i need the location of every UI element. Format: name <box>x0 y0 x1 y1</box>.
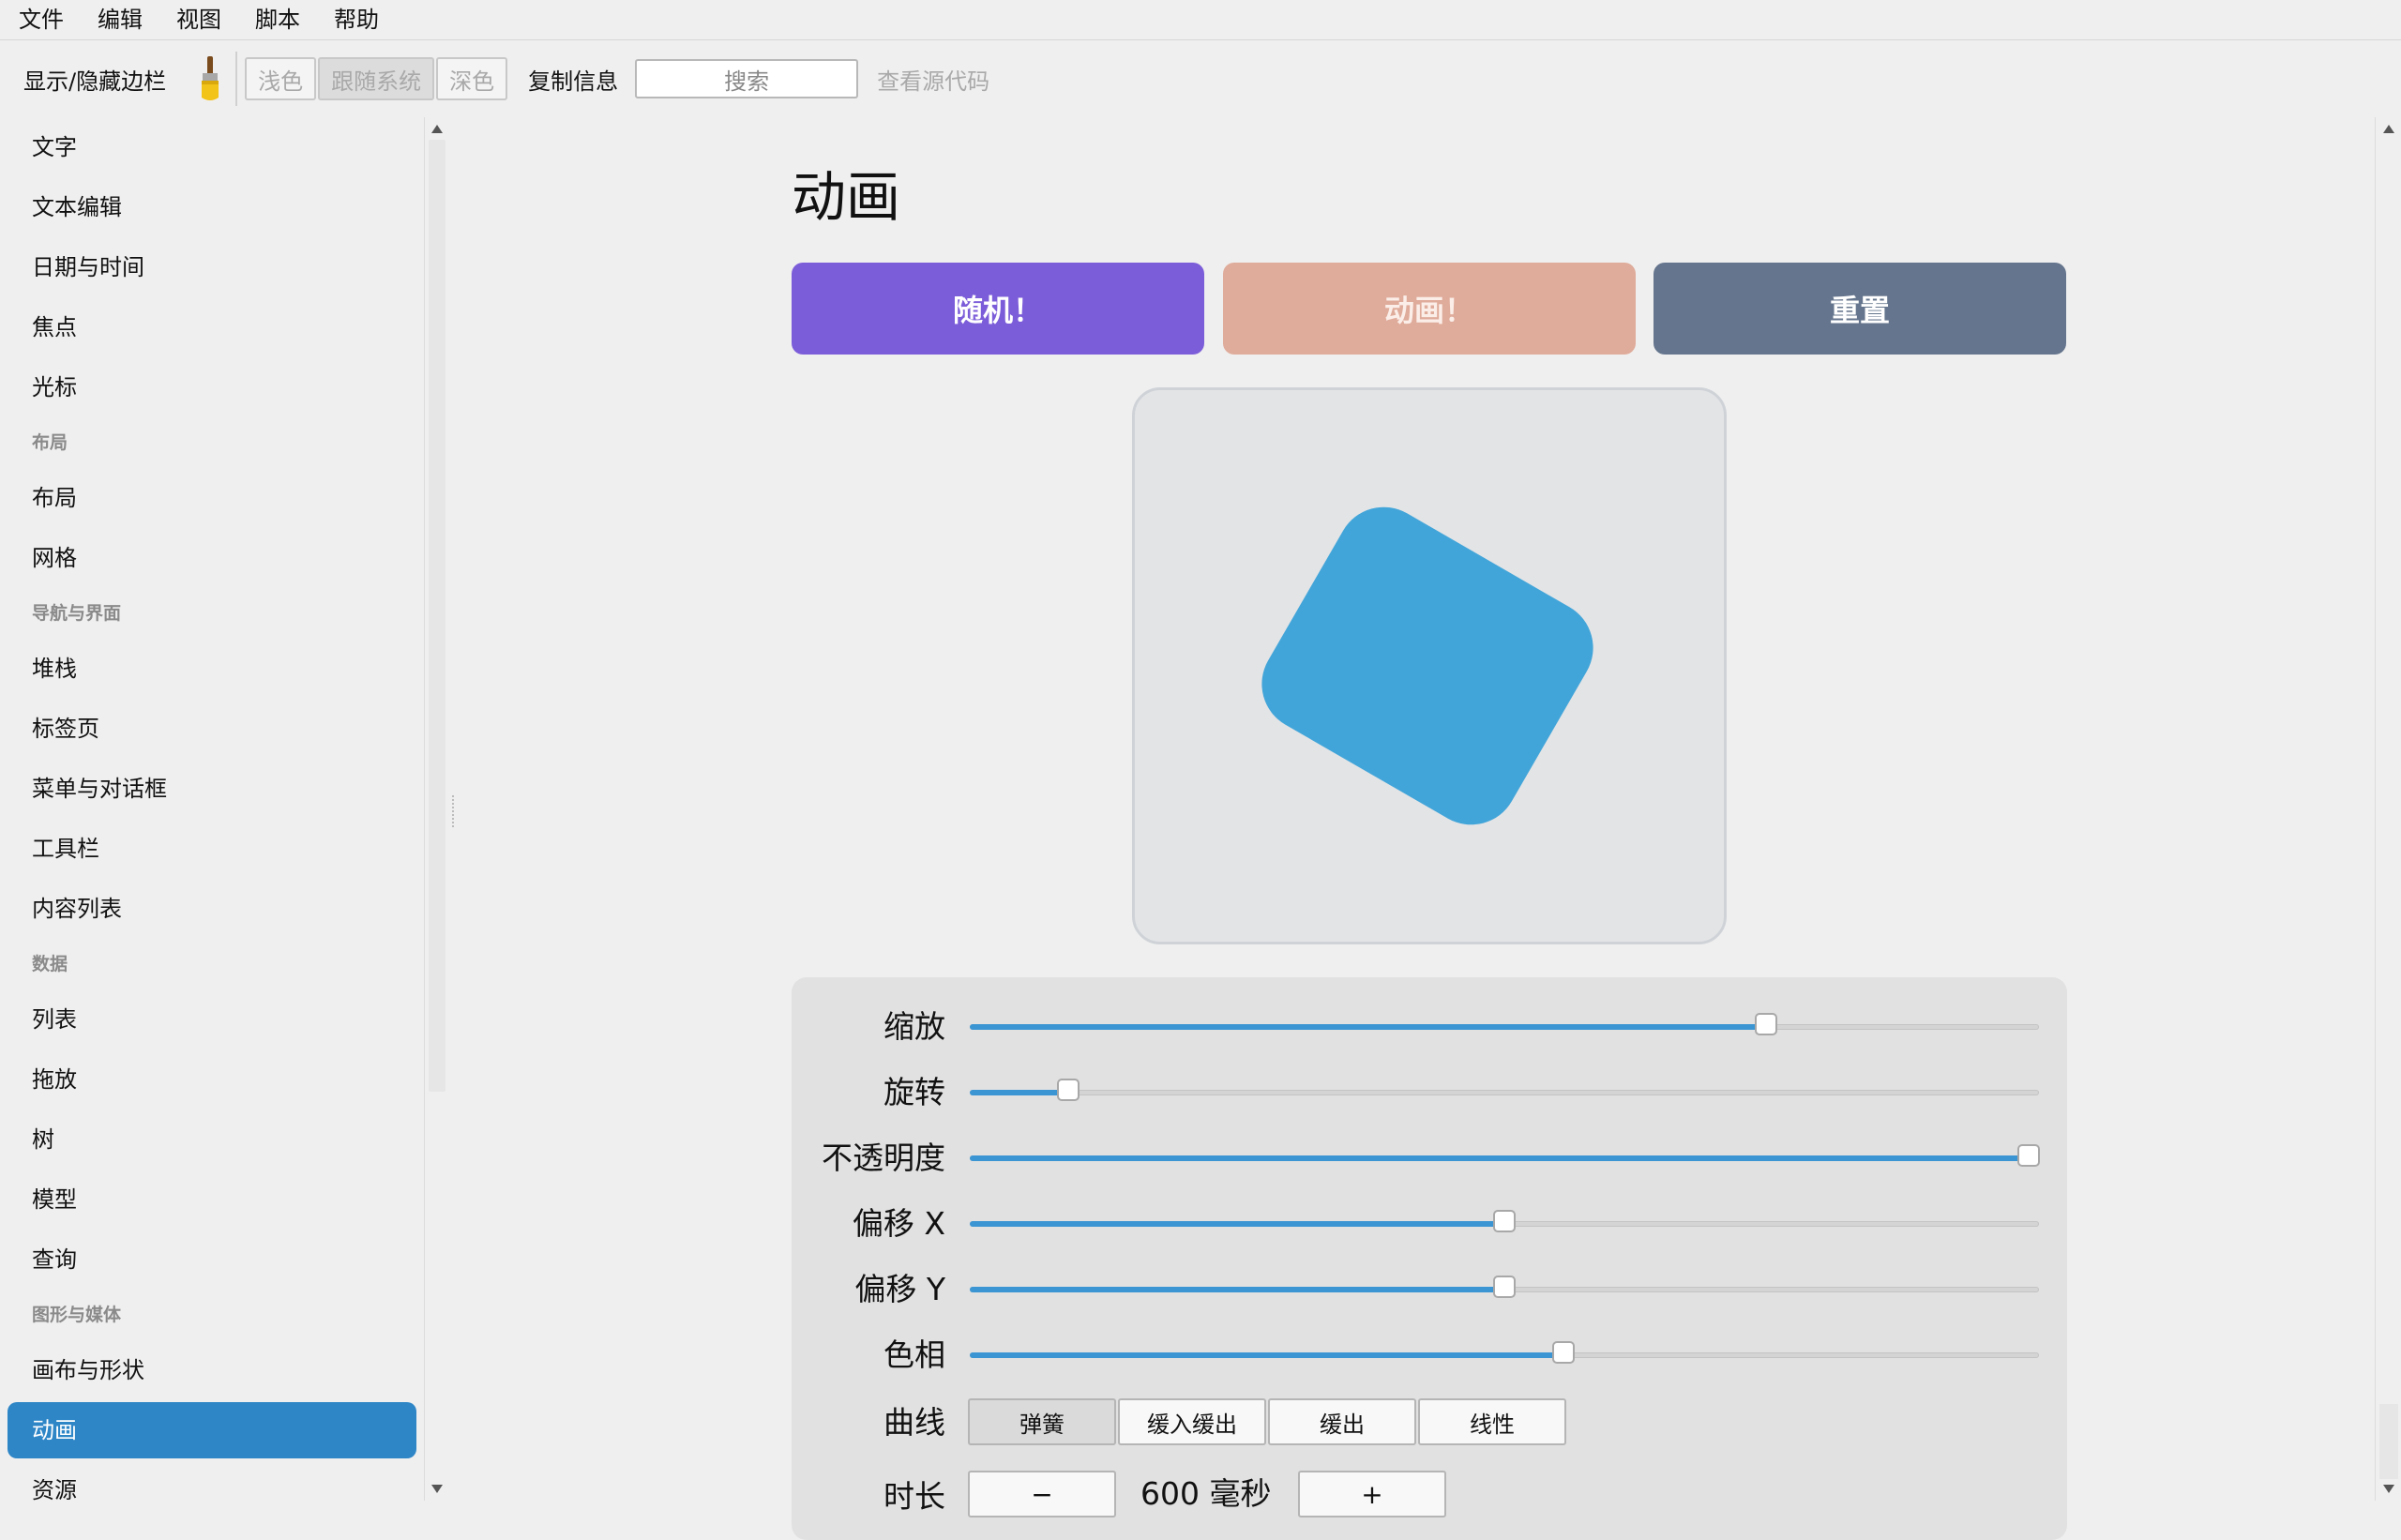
hue-slider-fill <box>970 1352 1563 1358</box>
page-title: 动画 <box>792 165 901 229</box>
hue-slider-handle[interactable] <box>1551 1341 1575 1364</box>
search-input[interactable]: 搜索 <box>635 59 859 98</box>
curve-ease-in-out-button[interactable]: 缓入缓出 <box>1118 1398 1266 1445</box>
sidebar-scroll-thumb[interactable] <box>429 140 445 1092</box>
offset-y-slider-handle[interactable] <box>1493 1276 1516 1298</box>
curve-control: 曲线 弹簧 缓入缓出 缓出 线性 <box>792 1395 2067 1451</box>
sidebar-section-header: 数据 <box>32 954 68 974</box>
scale-slider-handle[interactable] <box>1755 1013 1778 1035</box>
view-source-button[interactable]: 查看源代码 <box>877 63 989 96</box>
rotate-control: 旋转 <box>792 1064 2067 1121</box>
offset-x-slider[interactable] <box>970 1210 2039 1232</box>
theme-dark-button[interactable]: 深色 <box>436 57 508 100</box>
curve-spring-button[interactable]: 弹簧 <box>968 1398 1116 1445</box>
theme-switcher: 浅色 跟随系统 深色 <box>245 57 509 100</box>
sidebar-item[interactable]: 堆栈 <box>0 639 424 699</box>
curve-linear-button[interactable]: 线性 <box>1418 1398 1566 1445</box>
scale-label: 缩放 <box>883 1008 945 1045</box>
rotate-slider-fill <box>970 1090 1068 1095</box>
sidebar-nav-list: 文字 文本编辑 日期与时间 焦点 光标 布局 布局 网格 导航与界面 堆栈 标签页 菜单与对话框 工具栏… <box>0 117 424 1501</box>
scroll-down-arrow-icon[interactable] <box>2383 1485 2394 1493</box>
opacity-slider-handle[interactable] <box>2016 1144 2040 1167</box>
sidebar-item[interactable]: 列表 <box>0 989 424 1049</box>
sidebar-item[interactable]: 查询 <box>0 1230 424 1290</box>
main-scroll-thumb[interactable] <box>2379 1404 2398 1479</box>
hue-control: 色相 <box>792 1327 2067 1383</box>
curve-options: 弹簧 缓入缓出 缓出 线性 <box>968 1398 1568 1445</box>
sidebar-item[interactable]: 工具栏 <box>0 819 424 879</box>
offset-x-slider-handle[interactable] <box>1493 1210 1516 1232</box>
theme-system-button[interactable]: 跟随系统 <box>318 57 435 100</box>
menu-edit[interactable]: 编辑 <box>81 0 159 39</box>
sidebar-item[interactable]: 拖放 <box>0 1049 424 1110</box>
sidebar-section-header: 导航与界面 <box>32 603 122 624</box>
opacity-control: 不透明度 <box>792 1130 2067 1186</box>
duration-increase-button[interactable]: + <box>1298 1471 1446 1517</box>
toggle-sidebar-button[interactable]: 显示/隐藏边栏 <box>23 63 166 96</box>
scroll-up-arrow-icon[interactable] <box>2383 125 2394 133</box>
reset-button[interactable]: 重置 <box>1654 263 2066 355</box>
menu-view[interactable]: 视图 <box>159 0 238 39</box>
sidebar-item[interactable]: 布局 <box>0 468 424 528</box>
rotate-slider[interactable] <box>970 1079 2039 1101</box>
toolbar: 显示/隐藏边栏 浅色 跟随系统 深色 复制信息 搜索 查看源代码 <box>0 40 2401 117</box>
duration-value: 600 毫秒 <box>1140 1475 1272 1512</box>
offset-y-slider[interactable] <box>970 1276 2039 1298</box>
curve-ease-out-button[interactable]: 缓出 <box>1268 1398 1416 1445</box>
curve-label: 曲线 <box>883 1404 945 1441</box>
sidebar: 文字 文本编辑 日期与时间 焦点 光标 布局 布局 网格 导航与界面 堆栈 标签页 菜单与对话框 工具栏… <box>0 117 424 1501</box>
sidebar-item[interactable]: 文本编辑 <box>0 177 424 237</box>
sidebar-item[interactable]: 模型 <box>0 1170 424 1230</box>
offset-x-control: 偏移 X <box>792 1196 2067 1252</box>
offset-y-control: 偏移 Y <box>792 1261 2067 1318</box>
theme-light-button[interactable]: 浅色 <box>245 57 317 100</box>
sidebar-item[interactable]: 菜单与对话框 <box>0 759 424 819</box>
menu-bar: 文件 编辑 视图 脚本 帮助 <box>0 0 2401 40</box>
sidebar-item[interactable]: 画布与形状 <box>0 1340 424 1400</box>
hue-label: 色相 <box>883 1336 945 1373</box>
offset-y-slider-fill <box>970 1287 1504 1292</box>
duration-label: 时长 <box>883 1478 945 1515</box>
sidebar-item[interactable]: 日期与时间 <box>0 237 424 297</box>
duration-control: 时长 − 600 毫秒 + <box>792 1461 2067 1517</box>
sidebar-section-header: 布局 <box>32 432 68 453</box>
pane-resize-handle[interactable] <box>452 795 458 827</box>
paintbrush-icon[interactable] <box>198 54 222 103</box>
sidebar-item[interactable]: 内容列表 <box>0 879 424 939</box>
sidebar-item[interactable]: 动画 <box>8 1402 416 1458</box>
scale-control: 缩放 <box>792 999 2067 1055</box>
sidebar-item[interactable]: 光标 <box>0 357 424 417</box>
copy-info-button[interactable]: 复制信息 <box>528 63 618 96</box>
toolbar-separator <box>235 52 238 106</box>
sidebar-section-header: 图形与媒体 <box>32 1305 122 1325</box>
main-scrollbar[interactable] <box>2375 117 2401 1501</box>
sidebar-item[interactable]: 焦点 <box>0 297 424 357</box>
sidebar-item[interactable]: 网格 <box>0 528 424 588</box>
sidebar-item[interactable]: 资源 <box>0 1460 424 1501</box>
rotate-label: 旋转 <box>883 1074 945 1110</box>
sidebar-scrollbar[interactable] <box>424 117 449 1501</box>
sidebar-item[interactable]: 文字 <box>0 117 424 177</box>
offset-x-slider-fill <box>970 1221 1504 1227</box>
scroll-up-arrow-icon[interactable] <box>431 125 443 133</box>
menu-script[interactable]: 脚本 <box>238 0 317 39</box>
offset-x-label: 偏移 X <box>852 1205 945 1242</box>
rotate-slider-handle[interactable] <box>1056 1079 1080 1101</box>
sidebar-item[interactable]: 标签页 <box>0 699 424 759</box>
animate-button[interactable]: 动画！ <box>1223 263 1636 355</box>
opacity-slider[interactable] <box>970 1144 2040 1167</box>
scale-slider[interactable] <box>970 1013 2039 1035</box>
duration-decrease-button[interactable]: − <box>968 1471 1116 1517</box>
offset-y-label: 偏移 Y <box>854 1271 945 1307</box>
sidebar-item[interactable]: 树 <box>0 1110 424 1170</box>
hue-slider[interactable] <box>970 1341 2039 1364</box>
menu-file[interactable]: 文件 <box>0 0 81 39</box>
scroll-down-arrow-icon[interactable] <box>431 1485 443 1493</box>
control-panel <box>792 977 2067 1540</box>
scale-slider-fill <box>970 1024 1767 1030</box>
random-button[interactable]: 随机！ <box>792 263 1204 355</box>
menu-help[interactable]: 帮助 <box>317 0 396 39</box>
opacity-label: 不透明度 <box>822 1140 945 1176</box>
opacity-slider-fill <box>970 1155 2029 1161</box>
